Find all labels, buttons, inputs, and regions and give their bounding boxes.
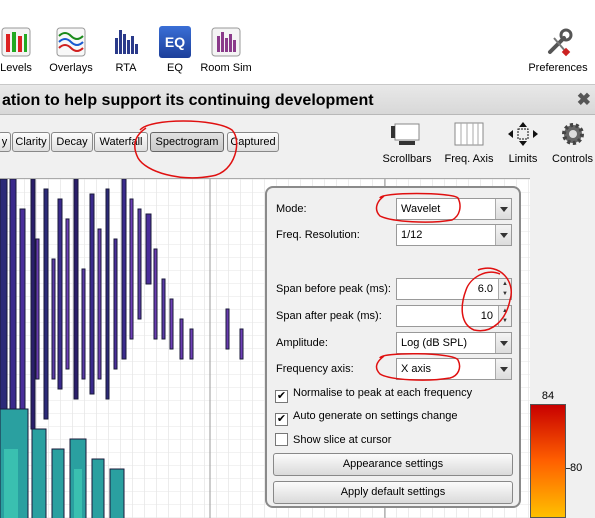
mode-circle xyxy=(375,192,461,223)
frequency-axis-circle xyxy=(375,353,461,381)
span-values-circle xyxy=(461,267,512,332)
red-annotation-marks xyxy=(133,120,512,381)
spectrogram-tab-circle xyxy=(133,120,238,179)
